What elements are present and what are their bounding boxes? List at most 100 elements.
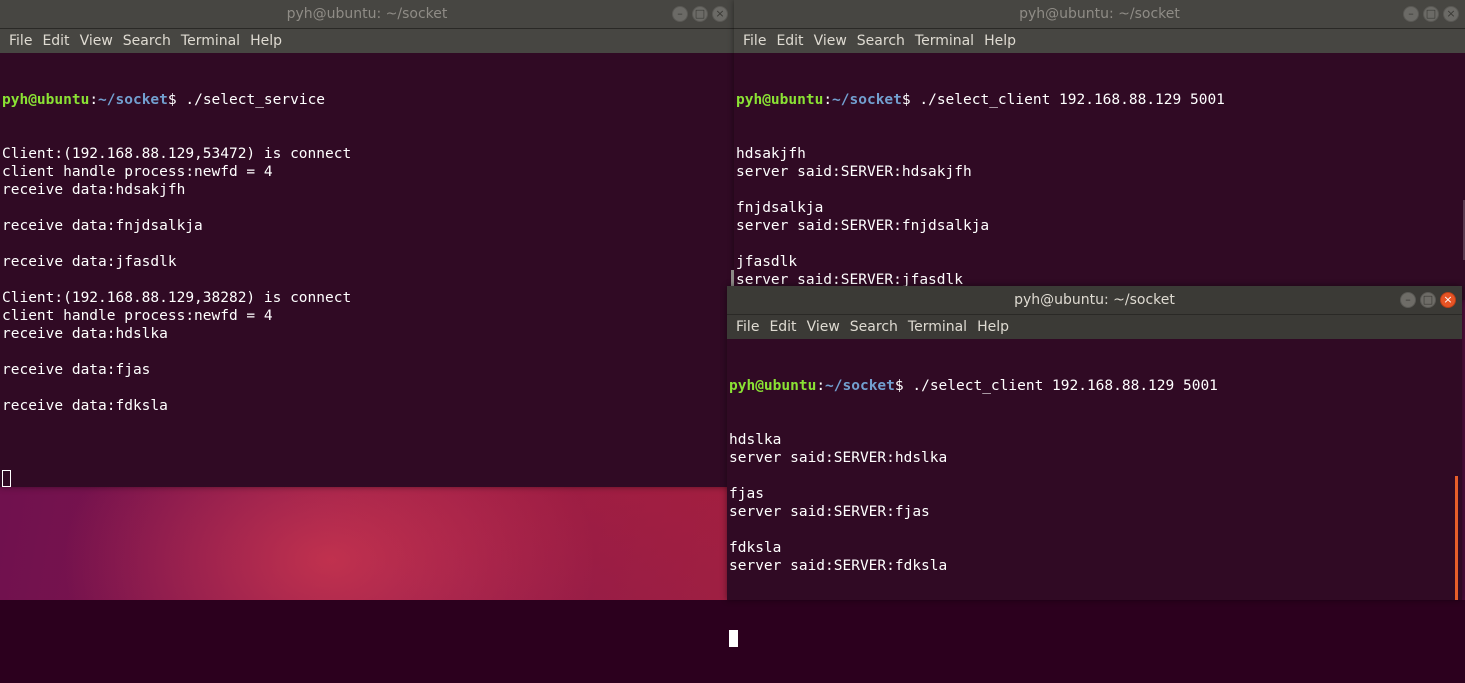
terminal-window-client1[interactable]: pyh@ubuntu: ~/socket – □ × File Edit Vie… (731, 0, 1465, 361)
minimize-icon: – (1408, 7, 1414, 20)
output-line: jfasdlk (736, 254, 798, 270)
maximize-button[interactable]: □ (1420, 292, 1436, 308)
terminal-output[interactable]: pyh@ubuntu:~/socket$ ./select_service Cl… (0, 53, 734, 487)
menu-help[interactable]: Help (245, 29, 287, 53)
scrollbar[interactable] (731, 270, 734, 286)
menu-bar: File Edit View Search Terminal Help (734, 29, 1465, 53)
output-line: server said:SERVER:hdsakjfh (736, 164, 972, 180)
prompt-path: ~/socket (832, 92, 902, 108)
menu-terminal[interactable]: Terminal (910, 29, 979, 53)
output-lines: hdslka server said:SERVER:hdslka fjas serve… (729, 431, 1460, 593)
maximize-button[interactable]: □ (1423, 6, 1439, 22)
maximize-button[interactable]: □ (692, 6, 708, 22)
menu-edit[interactable]: Edit (764, 315, 801, 339)
menu-edit[interactable]: Edit (37, 29, 74, 53)
menu-search[interactable]: Search (118, 29, 176, 53)
output-line: fdksla (729, 540, 782, 556)
close-icon: × (1446, 7, 1456, 20)
output-lines: hdsakjfh server said:SERVER:hdsakjfh fnjds… (736, 145, 1463, 307)
window-title: pyh@ubuntu: ~/socket (1014, 292, 1175, 308)
menu-terminal[interactable]: Terminal (176, 29, 245, 53)
terminal-window-server[interactable]: pyh@ubuntu: ~/socket – □ × File Edit Vie… (0, 0, 734, 487)
minimize-button[interactable]: – (1403, 6, 1419, 22)
prompt-end: $ (167, 92, 186, 108)
command-text: ./select_client 192.168.88.129 5001 (919, 92, 1225, 108)
minimize-button[interactable]: – (672, 6, 688, 22)
window-title: pyh@ubuntu: ~/socket (286, 6, 448, 22)
close-button[interactable]: × (1440, 292, 1456, 308)
output-line: receive data:fjas (2, 362, 151, 378)
menu-view[interactable]: View (75, 29, 118, 53)
prompt-user: pyh@ubuntu (736, 92, 824, 108)
menu-file[interactable]: File (4, 29, 37, 53)
output-line: server said:SERVER:fnjdsalkja (736, 218, 990, 234)
output-line: receive data:fnjdsalkja (2, 218, 203, 234)
close-button[interactable]: × (1443, 6, 1459, 22)
menu-help[interactable]: Help (979, 29, 1021, 53)
output-line: receive data:hdsakjfh (2, 182, 186, 198)
menu-search[interactable]: Search (845, 315, 903, 339)
output-line: Client:(192.168.88.129,53472) is connect (2, 146, 352, 162)
terminal-window-client2[interactable]: pyh@ubuntu: ~/socket – □ × File Edit Vie… (727, 286, 1462, 647)
title-bar[interactable]: pyh@ubuntu: ~/socket – □ × (734, 0, 1465, 29)
output-line: server said:SERVER:fdksla (729, 558, 948, 574)
prompt-end: $ (901, 92, 920, 108)
prompt-path: ~/socket (825, 378, 895, 394)
output-line: receive data:jfasdlk (2, 254, 177, 270)
output-line: hdslka (729, 432, 782, 448)
command-text: ./select_service (185, 92, 326, 108)
terminal-output[interactable]: pyh@ubuntu:~/socket$ ./select_client 192… (734, 53, 1465, 361)
prompt-user: pyh@ubuntu (2, 92, 90, 108)
output-line: server said:SERVER:fjas (729, 504, 930, 520)
output-line: receive data:hdslka (2, 326, 168, 342)
menu-bar: File Edit View Search Terminal Help (0, 29, 734, 53)
command-line: pyh@ubuntu:~/socket$ ./select_client 192… (736, 91, 1463, 109)
maximize-icon: □ (1425, 7, 1437, 20)
prompt-user: pyh@ubuntu (729, 378, 817, 394)
text-cursor (2, 470, 11, 487)
prompt-separator: : (823, 92, 833, 108)
menu-edit[interactable]: Edit (771, 29, 808, 53)
output-lines: Client:(192.168.88.129,53472) is connect… (2, 145, 732, 433)
prompt-path: ~/socket (98, 92, 168, 108)
command-line: pyh@ubuntu:~/socket$ ./select_service (2, 91, 732, 109)
menu-help[interactable]: Help (972, 315, 1014, 339)
output-line: fnjdsalkja (736, 200, 824, 216)
output-line: receive data:fdksla (2, 398, 168, 414)
output-line: fjas (729, 486, 764, 502)
menu-bar: File Edit View Search Terminal Help (727, 315, 1462, 339)
output-line: hdsakjfh (736, 146, 806, 162)
terminal-output[interactable]: pyh@ubuntu:~/socket$ ./select_client 192… (727, 339, 1462, 647)
minimize-button[interactable]: – (1400, 292, 1416, 308)
output-line: server said:SERVER:hdslka (729, 450, 948, 466)
prompt-separator: : (816, 378, 826, 394)
close-icon: × (715, 7, 725, 20)
menu-file[interactable]: File (738, 29, 771, 53)
minimize-icon: – (1405, 293, 1411, 306)
maximize-icon: □ (1422, 293, 1434, 306)
output-line: client handle process:newfd = 4 (2, 164, 273, 180)
output-line: Client:(192.168.88.129,38282) is connect (2, 290, 352, 306)
title-bar[interactable]: pyh@ubuntu: ~/socket – □ × (0, 0, 734, 29)
menu-view[interactable]: View (802, 315, 845, 339)
close-button[interactable]: × (712, 6, 728, 22)
menu-terminal[interactable]: Terminal (903, 315, 972, 339)
window-title: pyh@ubuntu: ~/socket (1019, 6, 1180, 22)
scrollbar-thumb[interactable] (1455, 476, 1458, 600)
menu-search[interactable]: Search (852, 29, 910, 53)
title-bar[interactable]: pyh@ubuntu: ~/socket – □ × (727, 286, 1462, 315)
prompt-separator: : (89, 92, 99, 108)
menu-file[interactable]: File (731, 315, 764, 339)
menu-view[interactable]: View (809, 29, 852, 53)
